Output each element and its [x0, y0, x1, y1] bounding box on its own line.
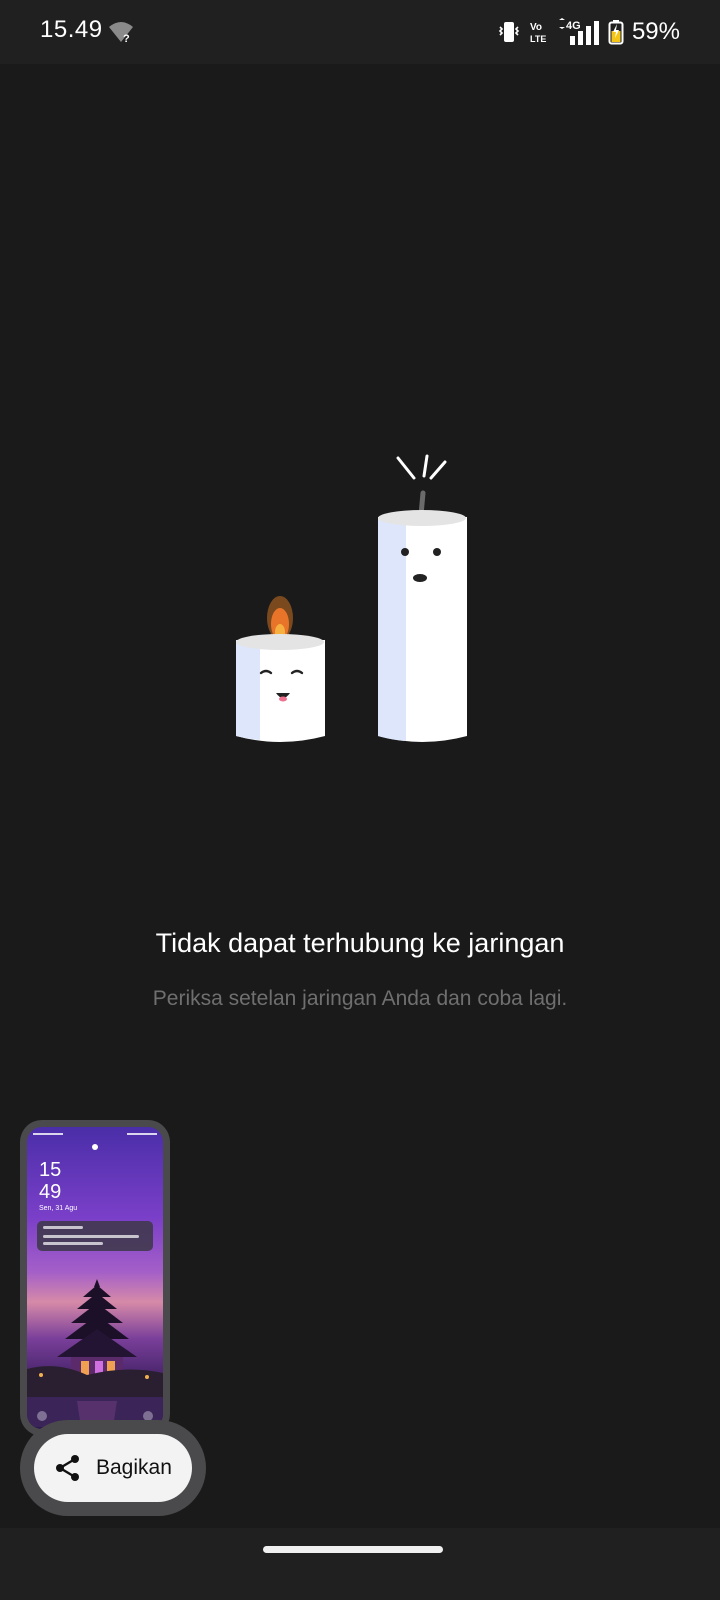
- share-button[interactable]: Bagikan: [34, 1434, 192, 1502]
- preview-date: Sen, 31 Agu: [39, 1205, 78, 1212]
- vibrate-icon: [498, 22, 520, 42]
- error-title: Tidak dapat terhubung ke jaringan: [155, 928, 565, 958]
- screen: 15.49 ? Vo LTE 4G 59% Tidak dapat terhub…: [0, 0, 720, 1600]
- status-bar: 15.49 ? Vo LTE 4G 59%: [0, 0, 720, 64]
- preview-left-shortcut-icon: [37, 1411, 47, 1421]
- share-label: Bagikan: [96, 1456, 172, 1479]
- wifi-question-icon: ?: [109, 22, 133, 44]
- tall-candle: [378, 454, 467, 742]
- navigation-bar: [0, 1528, 720, 1600]
- preview-status-bar: [33, 1133, 157, 1135]
- preview-clock-minute: 49: [39, 1181, 62, 1203]
- preview-clock-hour: 15: [39, 1159, 62, 1181]
- svg-text:?: ?: [123, 33, 130, 44]
- error-subtitle: Periksa setelan jaringan Anda dan coba l…: [152, 987, 568, 1010]
- temple-image: [27, 1279, 163, 1427]
- battery-percent: 59%: [631, 18, 680, 45]
- preview-notification: [37, 1221, 153, 1251]
- screenshot-preview[interactable]: 15 49 Sen, 31 Agu: [20, 1120, 170, 1436]
- volte-icon: Vo LTE: [530, 22, 546, 44]
- data-arrows-icon: [558, 18, 565, 29]
- status-icons: Vo LTE 4G 59%: [496, 16, 680, 48]
- small-candle: [236, 596, 325, 742]
- share-icon: [56, 1455, 79, 1481]
- status-time: 15.49: [40, 16, 103, 43]
- svg-text:Vo: Vo: [530, 22, 542, 33]
- battery-icon: [608, 20, 624, 45]
- signal-icon: 4G: [558, 18, 599, 45]
- svg-text:LTE: LTE: [530, 34, 546, 44]
- preview-clock: 15 49: [39, 1159, 61, 1203]
- home-indicator[interactable]: [263, 1546, 443, 1553]
- lock-icon: [92, 1144, 98, 1150]
- screenshot-preview-image: 15 49 Sen, 31 Agu: [27, 1127, 163, 1429]
- share-button-container: Bagikan: [20, 1420, 206, 1516]
- svg-text:4G: 4G: [566, 20, 581, 32]
- two-candles-illustration: [236, 454, 467, 742]
